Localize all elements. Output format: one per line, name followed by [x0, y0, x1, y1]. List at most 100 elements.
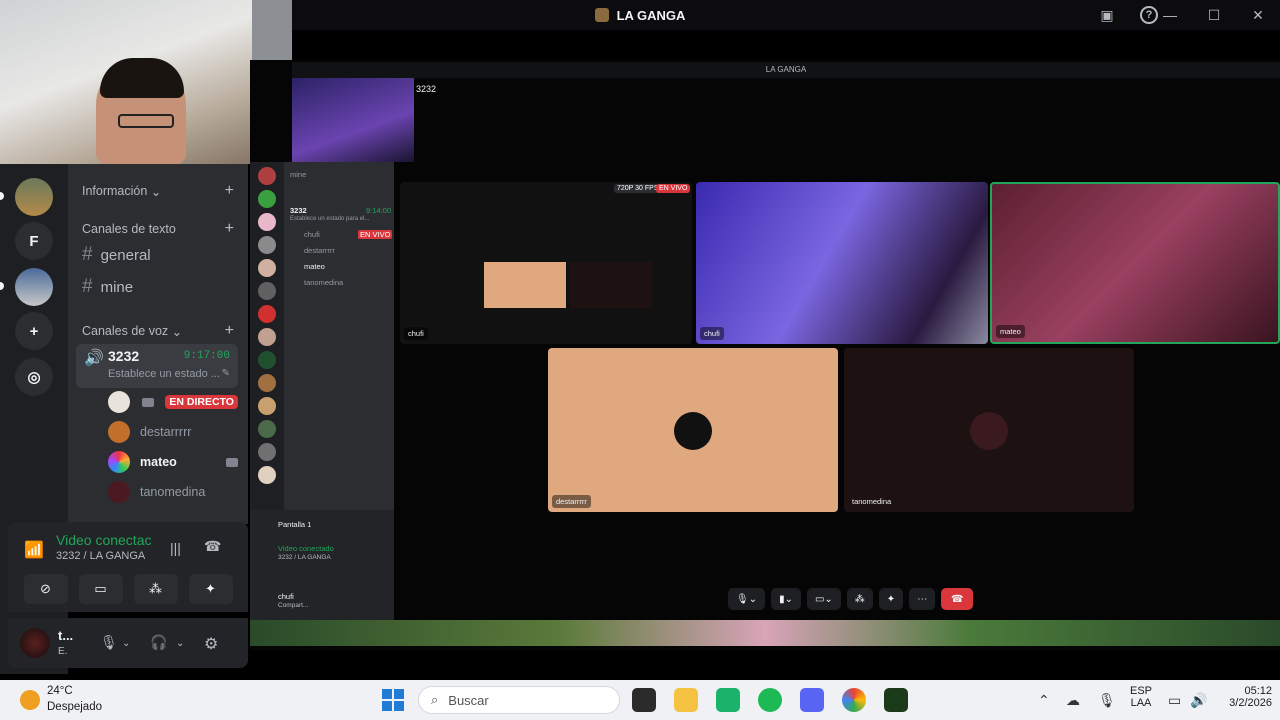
more-button[interactable]: ⋯ — [909, 588, 936, 610]
server-icon — [258, 236, 276, 254]
volume-icon[interactable]: 🔊 — [1190, 692, 1207, 709]
minimize-button[interactable]: — — [1148, 7, 1192, 23]
weather-temperature[interactable]: 24°C — [47, 685, 73, 697]
add-channel-icon[interactable]: + — [225, 182, 234, 200]
video-tile-chufi[interactable]: chufi — [696, 182, 988, 344]
headphones-icon[interactable]: 🎧 — [150, 634, 167, 651]
search-input[interactable]: ⌕ Buscar — [418, 686, 620, 714]
soundboard-button[interactable]: ✦ — [188, 574, 233, 604]
windows-taskbar: 24°C Despejado ⌕ Buscar ⌃ ☁ 🎙 ESP LAA ▭ … — [0, 680, 1280, 720]
settings-icon[interactable]: ⚙ — [204, 634, 218, 654]
screen-share-button[interactable]: ▭ — [78, 574, 123, 604]
clock[interactable]: 05:12 3/2/2026 — [1222, 685, 1272, 709]
explore-icon[interactable]: ◎ — [15, 358, 53, 396]
language-top: ESP — [1129, 685, 1152, 697]
disconnect-button[interactable]: ☎ — [941, 588, 974, 610]
server-icon — [258, 397, 276, 415]
server-icon-2[interactable] — [15, 268, 53, 306]
noise-suppression-icon[interactable]: ||| — [170, 540, 181, 556]
spotify-icon[interactable] — [758, 688, 782, 712]
channel-mine[interactable]: # mine — [82, 276, 133, 298]
voice-member[interactable]: EN DIRECTO — [108, 391, 238, 413]
voice-channel-3232[interactable]: 🔊 3232 9:17:00 Establece un estado ... ✎ — [76, 344, 238, 388]
soundboard-icon: ✦ — [205, 581, 216, 596]
microphone-icon[interactable]: 🎙 — [1098, 692, 1116, 709]
soundboard-button[interactable]: ✦ — [878, 588, 904, 610]
microphone-icon[interactable]: 🎙 — [100, 634, 118, 651]
server-icon-1[interactable] — [15, 178, 53, 216]
cloud-icon[interactable]: ☁ — [1066, 692, 1080, 709]
close-button[interactable]: ✕ — [1236, 7, 1280, 24]
inner-screen-label: Pantalla 1 — [278, 520, 312, 529]
signal-icon[interactable]: 📶 — [24, 540, 44, 560]
voice-member[interactable]: destarrrrr — [108, 421, 238, 443]
activities-icon: ⁂ — [854, 593, 865, 605]
weather-description[interactable]: Despejado — [47, 701, 102, 713]
stream-view[interactable]: LA GANGA 3232 mine 3232 9:14:00 Establec… — [250, 60, 1280, 650]
inner-member: mateo — [304, 262, 325, 271]
chevron-up-icon[interactable]: ⌃ — [1038, 692, 1050, 709]
user-name[interactable]: t... — [58, 628, 73, 643]
voice-channel-status[interactable]: Establece un estado ... — [108, 368, 220, 380]
app-icon[interactable] — [716, 688, 740, 712]
weather-moon-icon[interactable] — [20, 690, 40, 710]
inner-webcam — [292, 78, 414, 162]
server-logo-icon — [594, 8, 609, 22]
inner-server-rail — [250, 162, 284, 510]
edit-icon[interactable]: ✎ — [222, 368, 230, 379]
video-tile-destarrrrr[interactable]: destarrrrr — [548, 348, 838, 512]
voice-status-subtitle[interactable]: 3232 / LA GANGA — [56, 550, 145, 562]
discord-icon[interactable] — [800, 688, 824, 712]
disconnect-icon[interactable]: ☎ — [204, 538, 221, 555]
add-server-icon[interactable]: + — [15, 312, 53, 350]
category-text[interactable]: Canales de texto + — [82, 220, 234, 238]
voice-member[interactable]: mateo — [108, 451, 238, 473]
member-name: tanomedina — [140, 485, 206, 499]
activities-button[interactable]: ⁂ — [846, 588, 873, 610]
camera-icon — [141, 397, 154, 407]
category-voice[interactable]: Canales de voz ⌄ + — [82, 322, 234, 340]
channel-general[interactable]: # general — [82, 244, 151, 266]
start-button[interactable] — [382, 689, 404, 711]
language-indicator[interactable]: ESP LAA — [1128, 685, 1154, 709]
add-channel-icon[interactable]: + — [225, 322, 234, 340]
server-icon-f[interactable]: F — [15, 222, 53, 260]
screen-share-button[interactable]: ▭⌄ — [806, 588, 841, 610]
live-badge: EN DIRECTO — [165, 395, 238, 409]
camera-button[interactable]: ▮⌄ — [771, 588, 801, 610]
mic-button[interactable]: 🎙⌄ — [728, 588, 766, 610]
maximize-button[interactable]: ☐ — [1192, 7, 1236, 24]
chrome-icon[interactable] — [842, 688, 866, 712]
network-icon[interactable]: ▭ — [1168, 692, 1181, 709]
inbox-icon[interactable]: ▣ — [1098, 6, 1116, 24]
channel-sidebar: Información ⌄ + Canales de texto + # gen… — [68, 164, 248, 524]
avatar — [108, 421, 130, 443]
inner-voice-time: 9:14:00 — [366, 206, 392, 215]
speaker-icon: 🔊 — [84, 350, 104, 367]
chevron-down-icon[interactable]: ⌄ — [176, 638, 184, 649]
video-tile-tanomedina[interactable]: tanomedina — [844, 348, 1134, 512]
chevron-down-icon[interactable]: ⌄ — [122, 638, 130, 649]
category-label: Información — [82, 184, 148, 198]
task-view-icon[interactable] — [632, 688, 656, 712]
live-badge: EN VIVO — [656, 184, 691, 193]
video-tile-mateo[interactable]: mateo — [990, 182, 1280, 344]
server-indicator — [0, 192, 4, 200]
avatar[interactable] — [20, 628, 50, 658]
inner-channel-label: 3232 — [416, 84, 437, 94]
inner-member: chufi — [304, 230, 320, 239]
inner-title-bar: LA GANGA — [292, 62, 1280, 78]
camera-off-button[interactable]: ⊘ — [23, 574, 68, 604]
nvidia-icon[interactable] — [884, 688, 908, 712]
activities-button[interactable]: ⁂ — [133, 574, 178, 604]
voice-member[interactable]: tanomedina — [108, 481, 238, 503]
file-explorer-icon[interactable] — [674, 688, 698, 712]
server-icon — [258, 259, 276, 277]
add-channel-icon[interactable]: + — [225, 220, 234, 238]
language-bottom: LAA — [1130, 697, 1152, 709]
category-info[interactable]: Información ⌄ + — [82, 182, 234, 200]
video-tile-screenshare[interactable]: 720P 30 FPS EN VIVO chufi — [400, 182, 692, 344]
hash-icon: # — [82, 276, 93, 297]
avatar — [108, 481, 130, 503]
camera-icon: ▮⌄ — [779, 593, 793, 605]
